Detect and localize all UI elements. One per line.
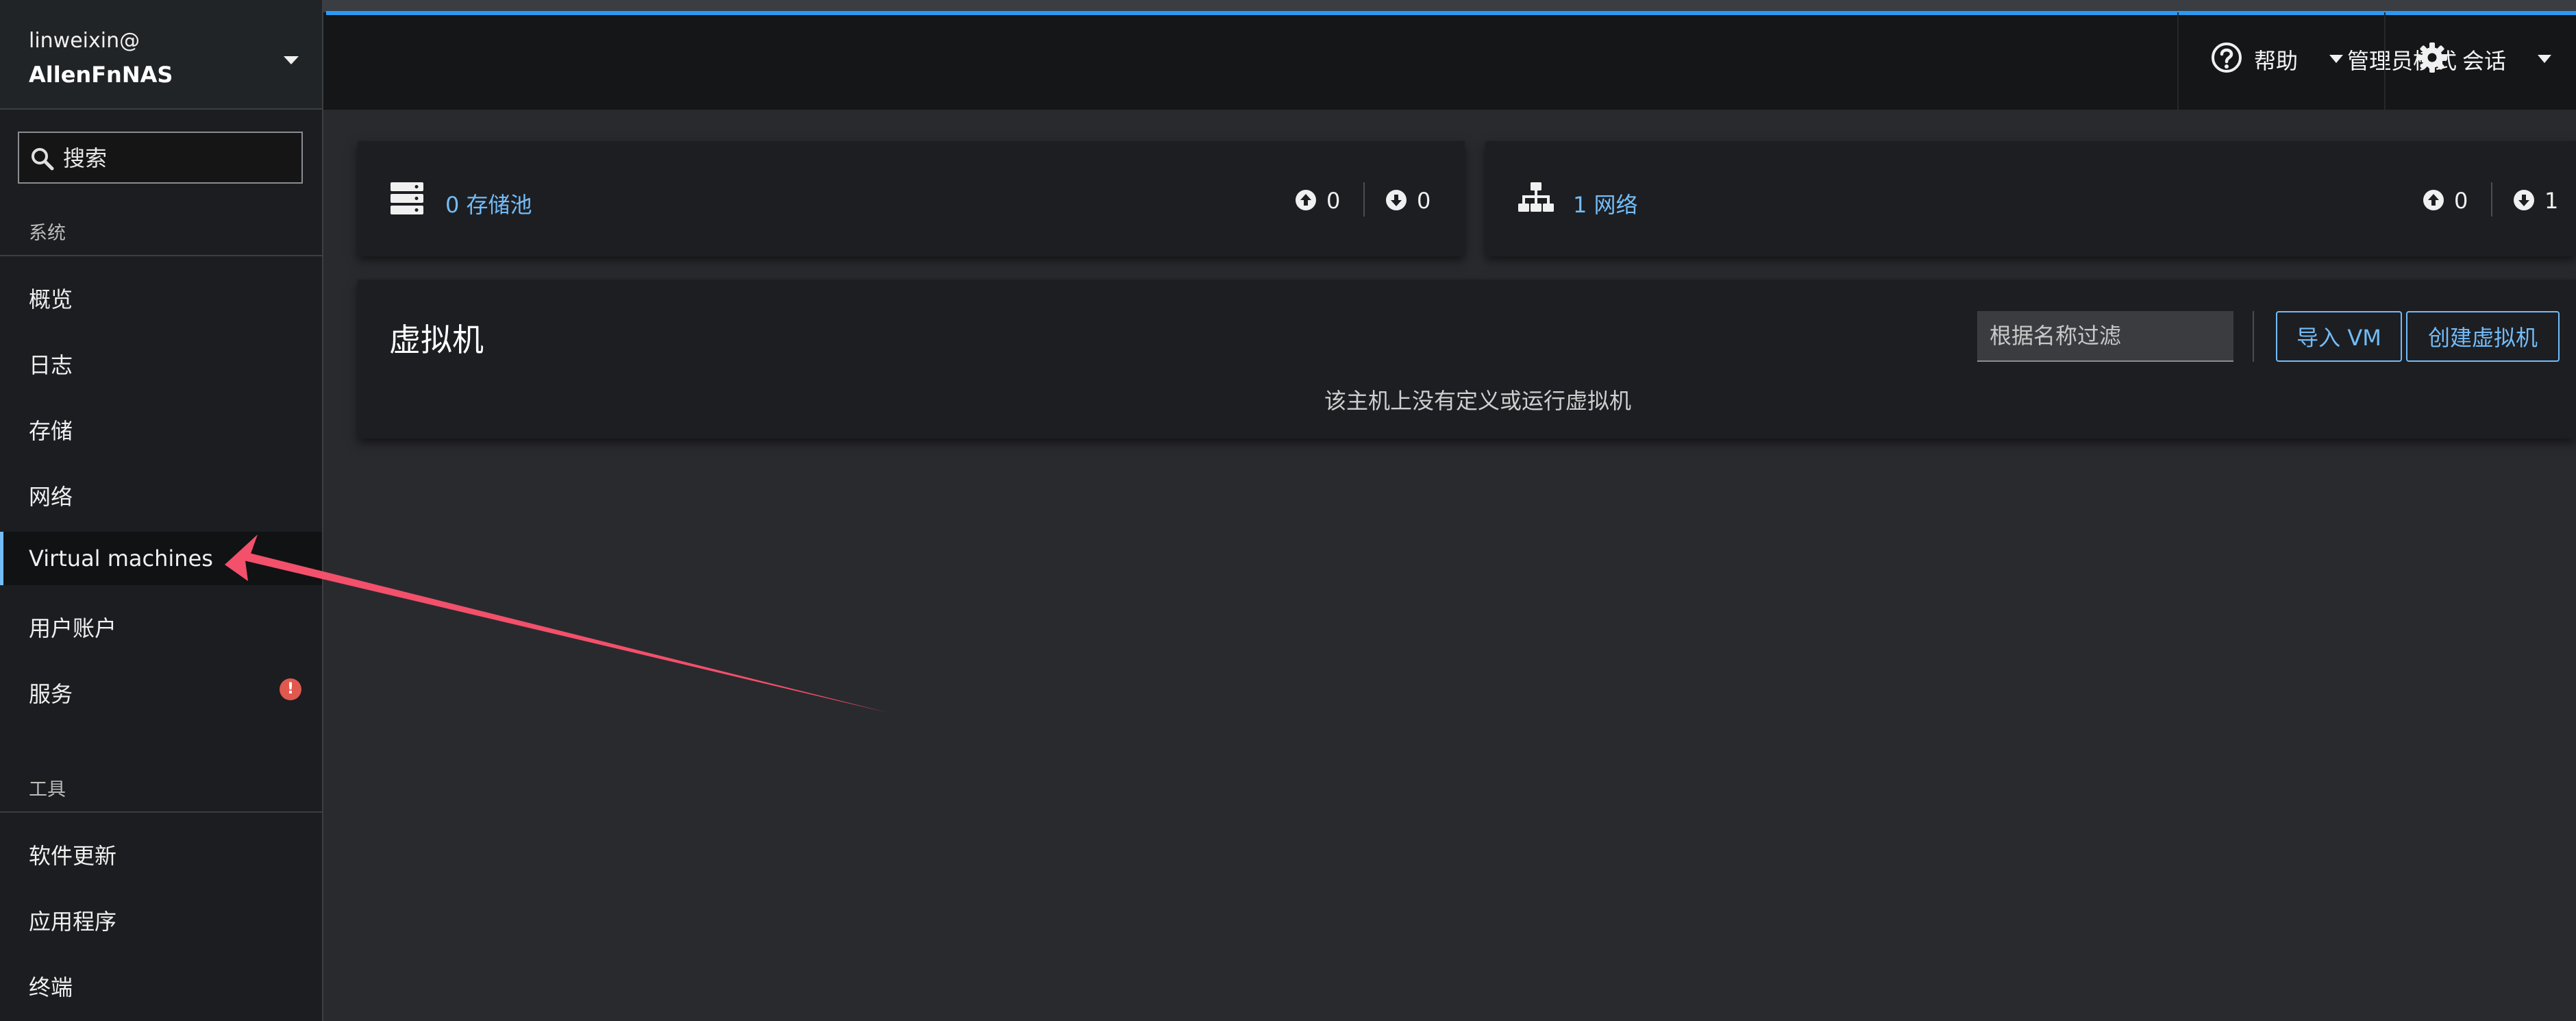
storage-pools-card: 0 存储池 0 0 xyxy=(358,141,1465,256)
storage-pools-inactive: 0 xyxy=(1385,185,1440,215)
caret-down-icon xyxy=(2538,55,2551,63)
sidebar-item-label: 网络 xyxy=(29,484,73,510)
sidebar-item-virtual-machines[interactable]: Virtual machines xyxy=(0,532,322,585)
vm-name-filter-input[interactable] xyxy=(1977,311,2233,362)
section-divider xyxy=(0,255,322,256)
sidebar-item-terminal[interactable]: 终端 xyxy=(0,957,322,1010)
sidebar-item-storage[interactable]: 存储 xyxy=(0,400,322,454)
sidebar-item-label: 日志 xyxy=(29,352,73,378)
caret-down-icon xyxy=(2329,55,2343,63)
exclamation-circle-icon: ! xyxy=(280,678,301,700)
import-vm-button[interactable]: 导入 VM xyxy=(2276,311,2402,362)
stat-value: 0 xyxy=(1326,188,1341,214)
section-title-system: 系统 xyxy=(29,223,66,244)
top-bar: 管理员模式 帮助 会话 xyxy=(323,0,2576,110)
sidebar-item-software-updates[interactable]: 软件更新 xyxy=(0,825,322,878)
arrow-circle-down-icon xyxy=(1386,190,1407,210)
networks-active: 0 xyxy=(2423,185,2477,215)
toolbar-separator xyxy=(2253,311,2254,362)
stat-separator xyxy=(2491,182,2492,217)
search-input[interactable] xyxy=(62,136,297,181)
sidebar: linweixin@ AllenFnNAS 系统 概览 日志 存储 网络 Vir… xyxy=(0,0,323,1021)
stat-value: 0 xyxy=(2454,188,2468,214)
sidebar-item-label: 服务 xyxy=(29,681,73,707)
sidebar-item-applications[interactable]: 应用程序 xyxy=(0,891,322,944)
section-title-tools: 工具 xyxy=(29,779,66,800)
sidebar-item-label: 概览 xyxy=(29,286,73,312)
section-divider xyxy=(0,811,322,813)
caret-down-icon xyxy=(284,56,299,64)
sidebar-item-services[interactable]: 服务 ! xyxy=(0,663,322,717)
empty-state-message: 该主机上没有定义或运行虚拟机 xyxy=(1324,388,1631,414)
arrow-circle-up-icon xyxy=(1296,190,1316,210)
storage-pools-link[interactable]: 0 存储池 xyxy=(445,188,532,219)
sidebar-item-networking[interactable]: 网络 xyxy=(0,466,322,519)
sidebar-item-label: 存储 xyxy=(29,418,73,444)
stat-value: 1 xyxy=(2544,188,2559,214)
help-menu-button[interactable]: 帮助 xyxy=(2179,12,2384,110)
gear-icon xyxy=(2417,42,2447,73)
storage-pools-active: 0 xyxy=(1295,185,1350,215)
stat-value: 0 xyxy=(1417,188,1431,214)
network-topology-icon xyxy=(1518,182,1554,212)
sidebar-item-label: Virtual machines xyxy=(29,545,213,571)
sidebar-item-accounts[interactable]: 用户账户 xyxy=(0,598,322,651)
help-label: 帮助 xyxy=(2254,48,2299,74)
networks-card: 1 网络 0 1 xyxy=(1485,141,2576,256)
host-name: AllenFnNAS xyxy=(29,62,173,88)
arrow-circle-up-icon xyxy=(2423,190,2444,210)
server-stack-icon xyxy=(391,182,423,214)
annotation-arrow-shaft xyxy=(244,552,888,713)
search-box xyxy=(18,132,303,184)
session-menu-button[interactable]: 会话 xyxy=(2386,12,2576,110)
page-title: 虚拟机 xyxy=(389,321,484,358)
create-vm-button[interactable]: 创建虚拟机 xyxy=(2406,311,2560,362)
sidebar-item-overview[interactable]: 概览 xyxy=(0,269,322,322)
stat-separator xyxy=(1363,182,1365,217)
sidebar-item-label: 软件更新 xyxy=(29,843,117,869)
sidebar-item-label: 应用程序 xyxy=(29,909,117,935)
virtual-machines-card: 虚拟机 导入 VM 创建虚拟机 该主机上没有定义或运行虚拟机 xyxy=(358,280,2576,439)
sidebar-item-logs[interactable]: 日志 xyxy=(0,334,322,388)
search-icon xyxy=(32,148,54,171)
networks-inactive: 1 xyxy=(2513,185,2568,215)
arrow-circle-down-icon xyxy=(2514,190,2534,210)
session-label: 会话 xyxy=(2462,48,2507,74)
networks-link[interactable]: 1 网络 xyxy=(1573,188,1638,219)
sidebar-item-label: 终端 xyxy=(29,974,73,1000)
sidebar-item-label: 用户账户 xyxy=(29,615,117,641)
host-user: linweixin@ xyxy=(29,29,140,53)
help-circle-icon xyxy=(2212,42,2242,73)
host-switcher[interactable]: linweixin@ AllenFnNAS xyxy=(0,0,322,110)
